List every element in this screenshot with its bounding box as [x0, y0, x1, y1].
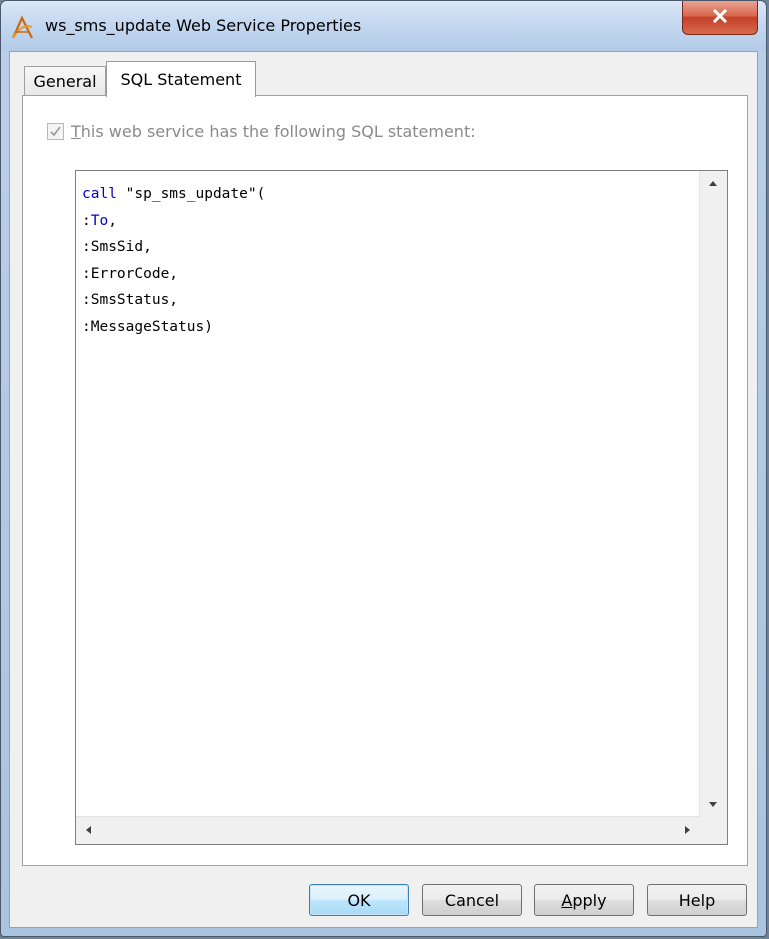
- close-icon: [712, 8, 728, 27]
- sql-statement-checkbox-label: This web service has the following SQL s…: [71, 122, 476, 141]
- scroll-left-arrow-icon[interactable]: [86, 826, 91, 834]
- sql-code[interactable]: call "sp_sms_update"(:To,:SmsSid,:ErrorC…: [82, 181, 265, 340]
- sql-statement-panel: This web service has the following SQL s…: [22, 95, 748, 866]
- checkbox-label-text: his web service has the following SQL st…: [80, 122, 476, 141]
- title-bar[interactable]: ws_sms_update Web Service Properties: [1, 1, 766, 51]
- tab-sql-statement[interactable]: SQL Statement: [106, 61, 256, 97]
- dialog-client-area: General SQL Statement This web service h…: [9, 51, 758, 928]
- scroll-up-arrow-icon[interactable]: [709, 181, 717, 186]
- sql-statement-checkbox-row[interactable]: This web service has the following SQL s…: [47, 122, 476, 141]
- sql-statement-checkbox[interactable]: [47, 123, 64, 140]
- code-line: call "sp_sms_update"(: [82, 181, 265, 208]
- code-line: :SmsSid,: [82, 239, 152, 255]
- code-line: :To,: [82, 208, 265, 235]
- code-line: :MessageStatus): [82, 318, 213, 335]
- apply-mnemonic: A: [561, 890, 573, 910]
- tab-general[interactable]: General: [24, 66, 106, 96]
- cancel-button[interactable]: Cancel: [422, 884, 522, 916]
- sql-editor[interactable]: call "sp_sms_update"(:To,:SmsSid,:ErrorC…: [75, 170, 728, 845]
- code-keyword: To: [90, 212, 109, 229]
- scroll-down-arrow-icon[interactable]: [709, 802, 717, 807]
- horizontal-scrollbar[interactable]: [76, 816, 700, 844]
- code-line: :SmsStatus,: [82, 292, 179, 308]
- close-button[interactable]: [682, 1, 758, 35]
- checkbox-label-mnemonic: T: [71, 122, 81, 141]
- check-icon: [50, 126, 61, 137]
- vertical-scrollbar[interactable]: [699, 171, 727, 817]
- code-text: :: [82, 212, 91, 229]
- code-line: :ErrorCode,: [82, 265, 179, 282]
- web-service-icon: [10, 15, 36, 41]
- code-text: "sp_sms_update"(: [116, 186, 266, 202]
- apply-label: pply: [572, 890, 607, 910]
- ok-button[interactable]: OK: [309, 884, 409, 916]
- scrollbar-corner: [700, 817, 727, 844]
- code-text: ,: [108, 212, 117, 229]
- help-button[interactable]: Help: [647, 884, 747, 916]
- window-title: ws_sms_update Web Service Properties: [45, 16, 362, 35]
- apply-button[interactable]: Apply: [534, 884, 634, 916]
- properties-dialog: ws_sms_update Web Service Properties Gen…: [0, 0, 767, 937]
- scroll-right-arrow-icon[interactable]: [685, 826, 690, 834]
- code-keyword: call: [82, 186, 117, 202]
